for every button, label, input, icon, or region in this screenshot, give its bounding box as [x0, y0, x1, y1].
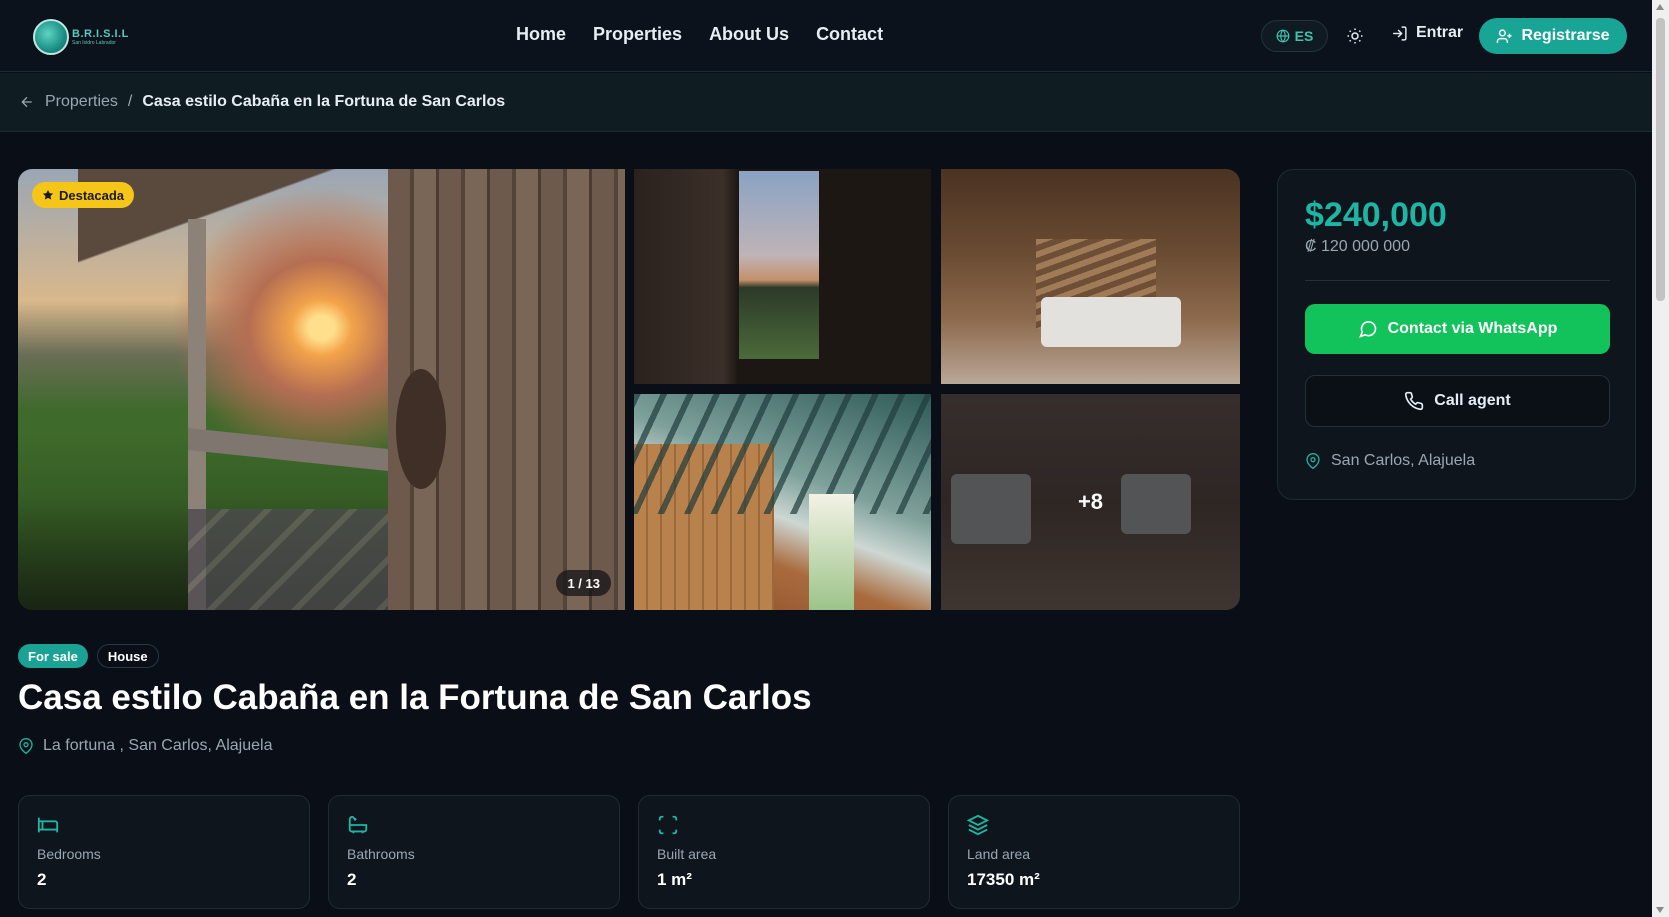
top-header: B.R.I.S.I.L San Isidro Labrador Home Pro… [0, 0, 1652, 72]
globe-icon [1276, 29, 1290, 43]
gallery-thumb-2[interactable] [634, 169, 931, 384]
gallery-thumb-5[interactable]: +8 [941, 394, 1240, 610]
login-icon [1393, 25, 1407, 41]
user-plus-icon [1497, 28, 1513, 43]
login-button[interactable]: Entrar [1391, 24, 1463, 42]
call-agent-label: Call agent [1434, 392, 1511, 409]
listing-tags: For sale House [18, 644, 159, 668]
breadcrumb: Properties / Casa estilo Cabaña en la Fo… [0, 73, 1652, 132]
phone-icon [1405, 391, 1424, 411]
theme-toggle-button[interactable] [1344, 25, 1366, 47]
stat-built-area: Built area 1 m² [638, 795, 930, 909]
breadcrumb-current: Casa estilo Cabaña en la Fortuna de San … [142, 93, 506, 110]
tag-property-type: House [96, 644, 159, 668]
scroll-up-icon[interactable] [1656, 4, 1664, 10]
star-icon [43, 190, 53, 200]
price-usd: $240,000 [1305, 196, 1447, 234]
stat-bedrooms: Bedrooms 2 [18, 795, 310, 909]
site-logo[interactable]: B.R.I.S.I.L San Isidro Labrador [33, 18, 129, 56]
map-pin-icon [1306, 453, 1320, 469]
listing-title: Casa estilo Cabaña en la Fortuna de San … [18, 678, 812, 717]
photo-counter: 1 / 13 [556, 570, 611, 596]
price-crc: ₡ 120 000 000 [1305, 238, 1410, 255]
breadcrumb-properties: Properties [45, 93, 118, 110]
card-location-text: San Carlos, Alajuela [1331, 452, 1476, 469]
logo-title: B.R.I.S.I.L [72, 28, 129, 40]
language-label: ES [1294, 28, 1314, 44]
nav-about-us[interactable]: About Us [709, 24, 789, 45]
call-agent-button[interactable]: Call agent [1305, 375, 1610, 427]
listing-location-text: La fortuna , San Carlos, Alajuela [43, 737, 273, 754]
more-photos-overlay[interactable]: +8 [941, 394, 1240, 610]
page-scrollbar[interactable] [1652, 0, 1669, 917]
stat-land-area: Land area 17350 m² [948, 795, 1240, 909]
bath-icon [348, 815, 368, 834]
stat-value: 1 m² [657, 870, 692, 889]
register-label: Registrarse [1521, 27, 1610, 44]
gallery-thumb-3[interactable] [941, 169, 1240, 384]
stat-label: Built area [657, 846, 717, 862]
stat-bathrooms: Bathrooms 2 [328, 795, 620, 909]
stat-label: Land area [967, 846, 1031, 862]
register-button[interactable]: Registrarse [1479, 18, 1627, 54]
arrow-left-icon [21, 96, 32, 108]
property-stats: Bedrooms 2 Bathrooms 2 Built area 1 m² L… [18, 795, 1240, 909]
scroll-down-icon[interactable] [1656, 907, 1664, 913]
nav-properties[interactable]: Properties [593, 24, 682, 45]
stat-value: 2 [347, 870, 357, 889]
listing-location: La fortuna , San Carlos, Alajuela [18, 737, 272, 755]
featured-badge: Destacada [32, 182, 135, 208]
stat-value: 2 [37, 870, 47, 889]
layers-icon [967, 814, 989, 836]
whatsapp-icon [1358, 321, 1376, 338]
breadcrumb-back-link[interactable]: Properties [19, 93, 118, 111]
featured-label: Destacada [59, 187, 125, 203]
stat-label: Bathrooms [347, 846, 415, 862]
map-pin-icon [19, 738, 33, 754]
language-button[interactable]: ES [1261, 20, 1328, 52]
bed-icon [37, 817, 59, 833]
sun-icon [1347, 28, 1363, 44]
nav-contact[interactable]: Contact [816, 24, 883, 45]
photo-gallery: Destacada 1 / 13 +8 [18, 169, 1240, 610]
gallery-thumb-4[interactable] [634, 394, 931, 610]
scrollbar-thumb[interactable] [1656, 18, 1665, 301]
breadcrumb-separator: / [127, 93, 133, 110]
whatsapp-button[interactable]: Contact via WhatsApp [1305, 304, 1610, 354]
card-location: San Carlos, Alajuela [1305, 452, 1475, 470]
login-label: Entrar [1416, 24, 1464, 41]
main-nav: Home Properties About Us Contact [516, 24, 910, 45]
divider [1305, 280, 1610, 281]
stat-label: Bedrooms [37, 846, 101, 862]
price-card: $240,000 ₡ 120 000 000 Contact via Whats… [1277, 169, 1636, 500]
gallery-main-photo[interactable]: Destacada 1 / 13 [18, 169, 625, 610]
tag-for-sale: For sale [18, 644, 88, 668]
whatsapp-label: Contact via WhatsApp [1387, 320, 1558, 337]
nav-home[interactable]: Home [516, 24, 566, 45]
stat-value: 17350 m² [967, 870, 1040, 889]
area-icon [658, 815, 678, 835]
logo-emblem [33, 19, 69, 55]
logo-subtitle: San Isidro Labrador [72, 40, 116, 46]
